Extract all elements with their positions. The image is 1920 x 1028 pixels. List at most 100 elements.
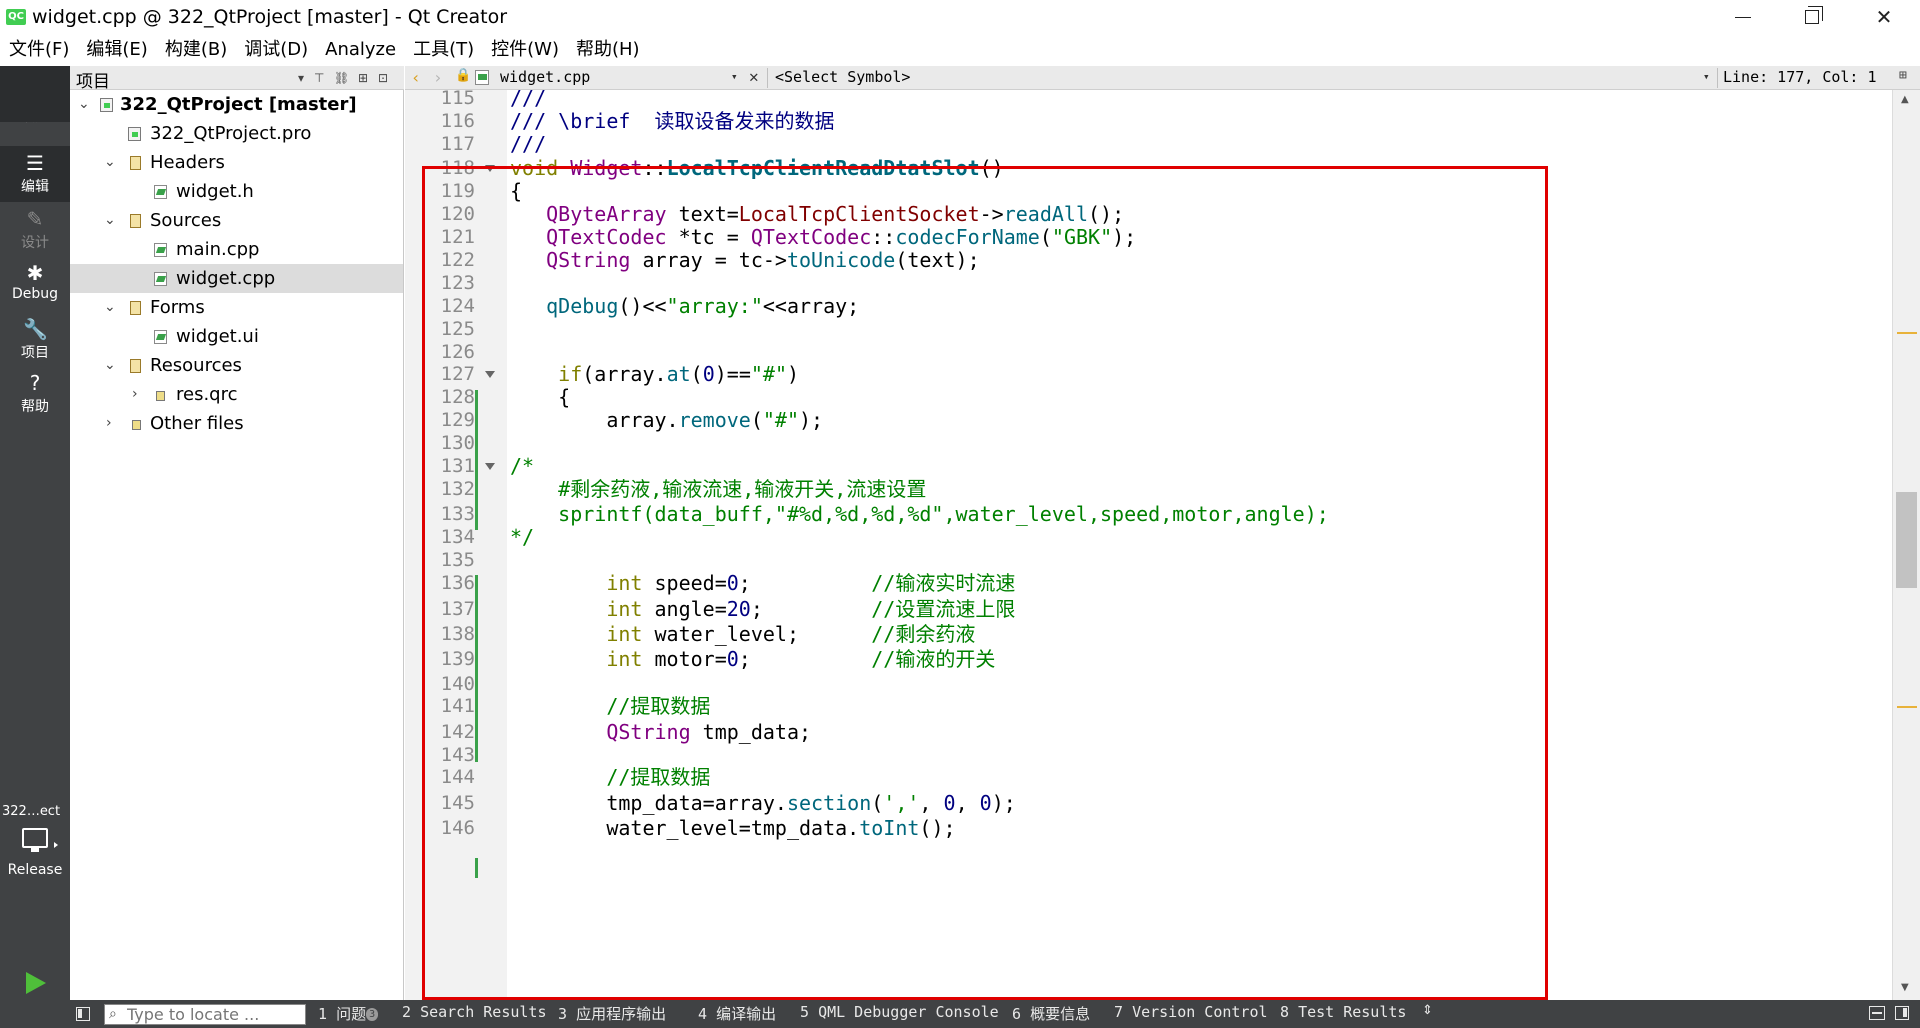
tree-item-forms[interactable]: ⌄ Forms [70, 293, 403, 322]
line-number-gutter[interactable]: 115 116 117 118 119 120 121 122 123 124 125 126 127 1… [405, 90, 507, 1000]
chevron-down-icon[interactable]: ⌄ [104, 148, 116, 177]
tree-item-project[interactable]: ⌄ 322_QtProject [master] [70, 90, 403, 119]
close-button[interactable]: ✕ [1856, 0, 1912, 34]
mode-edit[interactable] [0, 66, 70, 122]
menu-build[interactable]: 构建(B) [156, 34, 235, 66]
navigate-back-icon[interactable]: ‹ [411, 68, 421, 87]
chevron-right-icon[interactable]: › [132, 380, 138, 409]
output-tab-application-output[interactable]: 3 应用程序输出 [558, 1003, 666, 1024]
locator[interactable]: ⌕ [104, 1004, 306, 1025]
fold-marker-icon[interactable] [485, 165, 495, 172]
code-editor[interactable]: ////// \brief 读取设备发来的数据///void Widget::L… [507, 90, 1892, 1000]
code-line[interactable]: qDebug()<<"array:"<<array; [510, 294, 859, 318]
menu-help[interactable]: 帮助(H) [567, 34, 648, 66]
mode-debug[interactable]: ✱ Debug [0, 256, 70, 312]
output-tab-compile-output[interactable]: 4 编译输出 [698, 1003, 776, 1024]
chevron-down-icon[interactable]: ⌄ [78, 90, 90, 119]
kit-build-label[interactable]: Release [0, 862, 70, 878]
scroll-up-arrow-icon[interactable]: ▲ [1901, 94, 1909, 105]
mode-edit[interactable]: ☰ 编辑 [0, 146, 70, 202]
output-tab-issues[interactable]: 1 问题 3 [318, 1003, 379, 1024]
menu-file[interactable]: 文件(F) [0, 34, 77, 66]
filter-icon[interactable]: ⊤ [314, 71, 324, 85]
chevron-down-icon[interactable]: ⌄ [104, 351, 116, 380]
toggle-right-sidebar-icon[interactable] [1895, 1006, 1909, 1020]
output-tab-test-results[interactable]: 8 Test Results [1280, 1003, 1406, 1021]
document-dropdown-arrow-icon[interactable]: ▾ [731, 70, 738, 83]
close-document-icon[interactable]: ✕ [749, 67, 759, 86]
split-editor-icon[interactable]: ⊞ [1899, 68, 1907, 83]
code-line[interactable]: QByteArray text=LocalTcpClientSocket->re… [510, 202, 1124, 226]
code-line[interactable]: int angle=20; //设置流速上限 [510, 597, 1015, 621]
menu-edit[interactable]: 编辑(E) [77, 34, 155, 66]
code-line[interactable]: sprintf(data_buff,"#%d,%d,%d,%d",water_l… [510, 502, 1329, 526]
code-line[interactable]: QString tmp_data; [510, 720, 811, 744]
symbol-selector[interactable]: <Select Symbol> [775, 68, 910, 86]
tree-item-headers[interactable]: ⌄ Headers [70, 148, 403, 177]
code-line[interactable]: water_level=tmp_data.toInt(); [510, 816, 955, 840]
restore-button[interactable] [1784, 0, 1840, 34]
tree-item-sources[interactable]: ⌄ Sources [70, 206, 403, 235]
code-line[interactable]: int water_level; //剩余药液 [510, 622, 975, 646]
code-line[interactable]: #剩余药液,输液流速,输液开关,流速设置 [510, 477, 926, 501]
menu-debug[interactable]: 调试(D) [235, 34, 316, 66]
projects-panel-title[interactable]: 项目 [76, 67, 110, 92]
scrollbar-thumb[interactable] [1896, 492, 1917, 588]
tree-item-res-qrc[interactable]: › res.qrc [70, 380, 403, 409]
scroll-down-arrow-icon[interactable]: ▼ [1901, 982, 1909, 993]
menu-analyze[interactable]: Analyze [316, 34, 404, 66]
chevron-down-icon[interactable]: ⌄ [104, 206, 116, 235]
code-line[interactable]: */ [510, 525, 534, 549]
locator-input[interactable] [127, 1005, 303, 1024]
menu-tools[interactable]: 工具(T) [404, 34, 482, 66]
monitor-icon[interactable] [22, 828, 48, 852]
code-line[interactable]: /* [510, 454, 534, 478]
code-line[interactable]: /// [510, 132, 546, 156]
mode-projects[interactable]: 🔧 项目 [0, 312, 70, 368]
output-tab-search-results[interactable]: 2 Search Results [402, 1003, 547, 1021]
code-line[interactable]: /// \brief 读取设备发来的数据 [510, 109, 835, 133]
code-line[interactable]: QTextCodec *tc = QTextCodec::codecForNam… [510, 225, 1136, 249]
code-line[interactable]: int motor=0; //输液的开关 [510, 647, 995, 671]
code-line[interactable]: QString array = tc->toUnicode(text); [510, 248, 980, 272]
more-tabs-arrow-icon[interactable]: ⇕ [1422, 1003, 1433, 1018]
tree-item-widget-h[interactable]: widget.h [70, 177, 403, 206]
run-icon[interactable] [22, 970, 48, 996]
vertical-scrollbar[interactable]: ▲ ▼ [1892, 90, 1920, 1000]
mode-design[interactable]: ✎ 设计 [0, 202, 70, 258]
tree-item-other-files[interactable]: › Other files [70, 409, 403, 438]
code-line[interactable]: { [510, 179, 522, 203]
tree-item-resources[interactable]: ⌄ Resources [70, 351, 403, 380]
view-dropdown-arrow-icon[interactable]: ▾ [298, 71, 304, 85]
menu-widgets[interactable]: 控件(W) [482, 34, 567, 66]
tree-item-widget-cpp[interactable]: widget.cpp [70, 264, 403, 293]
tree-item-widget-ui[interactable]: widget.ui [70, 322, 403, 351]
code-line[interactable]: { [510, 385, 570, 409]
split-panel-icon[interactable]: ⊞ [358, 71, 368, 85]
progress-details-icon[interactable] [1869, 1006, 1885, 1020]
open-document-name[interactable]: widget.cpp [500, 68, 590, 86]
code-line[interactable]: int speed=0; //输液实时流速 [510, 571, 1015, 595]
output-tab-qml-debugger-console[interactable]: 5 QML Debugger Console [800, 1003, 999, 1021]
navigate-forward-icon[interactable]: › [433, 68, 443, 87]
kit-project-label[interactable]: 322…ect [2, 804, 60, 819]
code-line[interactable]: //提取数据 [510, 694, 710, 718]
minimize-button[interactable] [1715, 0, 1771, 34]
code-line[interactable]: tmp_data=array.section(',', 0, 0); [510, 791, 1015, 815]
chevron-down-icon[interactable]: ⌄ [104, 293, 116, 322]
fold-marker-icon[interactable] [485, 371, 495, 378]
code-line[interactable]: //提取数据 [510, 765, 710, 789]
symbol-dropdown-arrow-icon[interactable]: ▾ [1703, 70, 1710, 83]
fold-marker-icon[interactable] [485, 463, 495, 470]
tree-item-pro-file[interactable]: 322_QtProject.pro [70, 119, 403, 148]
code-line[interactable]: /// [510, 90, 546, 110]
code-line[interactable]: if(array.at(0)=="#") [510, 362, 799, 386]
output-tab-general-messages[interactable]: 6 概要信息 [1012, 1003, 1090, 1024]
chevron-right-icon[interactable]: › [106, 409, 112, 438]
mode-help[interactable]: ? 帮助 [0, 366, 70, 422]
close-panel-icon[interactable]: ⊡ [378, 71, 388, 85]
output-tab-version-control[interactable]: 7 Version Control [1114, 1003, 1268, 1021]
toggle-left-sidebar-icon[interactable] [76, 1007, 90, 1021]
link-editor-icon[interactable]: ⛓ [334, 71, 349, 85]
cursor-position[interactable]: Line: 177, Col: 1 [1723, 68, 1877, 86]
